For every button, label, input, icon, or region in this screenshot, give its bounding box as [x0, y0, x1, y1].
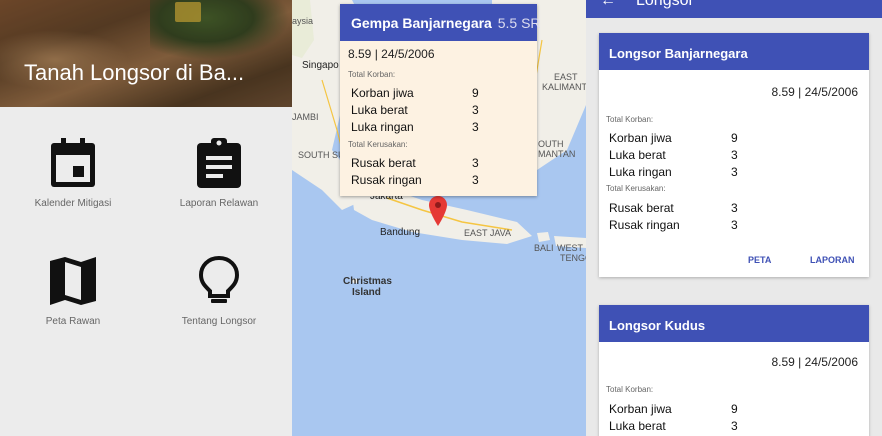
arrow-back-icon[interactable]: ← — [600, 0, 616, 10]
map-icon — [50, 257, 96, 305]
hero-banner: Tanah Longsor di Ba... — [0, 0, 292, 107]
peta-button[interactable]: PETA — [748, 255, 771, 265]
map-label-bandung: Bandung — [380, 227, 421, 238]
info-korban-name: Korban jiwa — [351, 86, 414, 100]
laporan-button[interactable]: LAPORAN — [810, 255, 855, 265]
card-datetime: 8.59 | 24/5/2006 — [771, 85, 858, 99]
menu-label-tentang: Tentang Longsor — [181, 316, 257, 327]
map-label-jambi: JAMBI — [292, 112, 319, 122]
report-card[interactable]: Longsor Kudus 8.59 | 24/5/2006 Total Kor… — [599, 305, 869, 436]
map-label-island: Island — [352, 287, 381, 298]
card-korban-name: Korban jiwa — [609, 131, 672, 145]
map-label-south-kalimantan: OUTH — [538, 139, 564, 149]
lightbulb-icon — [198, 256, 240, 303]
info-kerusakan-label: Total Kerusakan: — [348, 140, 408, 149]
info-window: Gempa Banjarnegara 5.5 SR 8.59 | 24/5/20… — [340, 4, 541, 196]
map-label-kalimantan: KALIMANTAN — [542, 82, 586, 92]
app-bar: ← Longsor — [586, 0, 882, 18]
hero-title: Tanah Longsor di Ba... — [24, 60, 245, 85]
info-kerusakan-name: Rusak berat — [351, 156, 416, 170]
app-bar-title: Longsor — [636, 0, 694, 9]
card-korban-value: 3 — [731, 148, 738, 162]
map-screen[interactable]: aysia Singapo JAMBI SOUTH SUM EAST KALIM… — [292, 0, 586, 436]
menu-label-kalender: Kalender Mitigasi — [34, 198, 112, 209]
map-label-east-java: EAST JAVA — [464, 228, 512, 238]
card-korban-value: 3 — [731, 419, 738, 433]
map-label-mantan: MANTAN — [538, 149, 576, 159]
map-pin-icon[interactable] — [429, 196, 447, 226]
menu-label-peta: Peta Rawan — [45, 316, 101, 327]
info-korban-value: 3 — [472, 103, 479, 117]
map-label-singapore: Singapo — [302, 60, 339, 71]
map-label-christmas: Christmas — [343, 276, 392, 287]
info-kerusakan-name: Rusak ringan — [351, 173, 422, 187]
menu-item-kalender[interactable]: Kalender Mitigasi — [0, 138, 146, 209]
card-korban-name: Luka berat — [609, 419, 666, 433]
card-datetime: 8.59 | 24/5/2006 — [771, 355, 858, 369]
card-korban-value: 3 — [731, 165, 738, 179]
card-korban-value: 9 — [731, 402, 738, 416]
menu-item-laporan[interactable]: Laporan Relawan — [146, 138, 292, 209]
info-kerusakan-value: 3 — [472, 156, 479, 170]
card-korban-label: Total Korban: — [606, 385, 654, 394]
map-label-west-nusa: WEST N — [557, 243, 586, 253]
map-label-malaysia: aysia — [292, 16, 314, 26]
list-screen: ← Longsor Longsor Banjarnegara 8.59 | 24… — [586, 0, 882, 436]
info-korban-value: 9 — [472, 86, 479, 100]
card-korban-label: Total Korban: — [606, 115, 654, 124]
menu-item-peta[interactable]: Peta Rawan — [0, 256, 146, 327]
menu-label-laporan: Laporan Relawan — [179, 198, 259, 209]
card-korban-name: Luka berat — [609, 148, 666, 162]
info-korban-label: Total Korban: — [348, 70, 396, 79]
map-label-east-kalimantan: EAST — [554, 72, 578, 82]
info-korban-value: 3 — [472, 120, 479, 134]
screenshot-root: Tanah Longsor di Ba... Kalender Mitigasi — [0, 0, 882, 436]
card-title: Longsor Banjarnegara — [599, 33, 869, 70]
report-card[interactable]: Longsor Banjarnegara 8.59 | 24/5/2006 To… — [599, 33, 869, 277]
card-kerusakan-value: 3 — [731, 218, 738, 232]
card-kerusakan-label: Total Kerusakan: — [606, 184, 666, 193]
card-kerusakan-name: Rusak ringan — [609, 218, 680, 232]
card-korban-name: Korban jiwa — [609, 402, 672, 416]
hero-shade — [0, 0, 292, 107]
home-screen: Tanah Longsor di Ba... Kalender Mitigasi — [0, 0, 292, 436]
map-label-tenggara: TENGG — [560, 253, 586, 263]
info-kerusakan-value: 3 — [472, 173, 479, 187]
info-korban-name: Luka berat — [351, 103, 408, 117]
card-korban-name: Luka ringan — [609, 165, 672, 179]
calendar-icon — [51, 138, 95, 187]
info-korban-name: Luka ringan — [351, 120, 414, 134]
info-title: Gempa Banjarnegara — [351, 15, 492, 31]
menu-item-tentang[interactable]: Tentang Longsor — [146, 256, 292, 327]
card-title: Longsor Kudus — [599, 305, 869, 342]
info-datetime: 8.59 | 24/5/2006 — [348, 47, 435, 61]
card-kerusakan-name: Rusak berat — [609, 201, 674, 215]
map-label-bali: BALI — [534, 243, 554, 253]
info-window-header: Gempa Banjarnegara 5.5 SR — [340, 4, 541, 41]
clipboard-icon — [197, 138, 241, 188]
info-magnitude: 5.5 SR — [497, 15, 541, 31]
card-korban-value: 9 — [731, 131, 738, 145]
card-kerusakan-value: 3 — [731, 201, 738, 215]
